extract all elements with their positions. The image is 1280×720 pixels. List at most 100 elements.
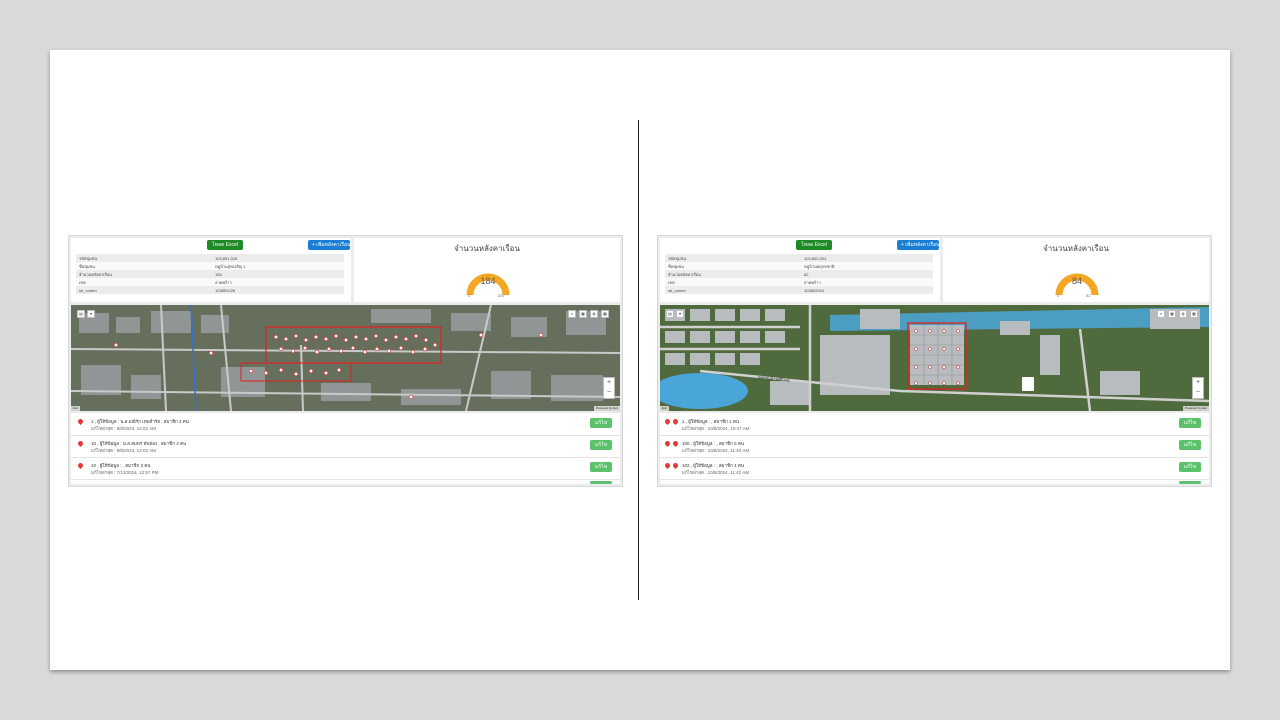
satellite-map[interactable]: ซอยหมู่บ้านสิริวงษ์ ▤ ▾ ⌕ ▦ ◍ ▦ + − Esri…: [660, 305, 1209, 411]
add-household-button[interactable]: + เพิ่มหลังคาเรือน: [897, 240, 939, 250]
location-pin-icon: [671, 417, 680, 426]
list-item-title: 1 , ผู้ให้ข้อมูล : น.ส.มณีรัก เทพจำรัส ,…: [91, 419, 189, 424]
powered-by-esri: Powered by Esri: [1183, 406, 1209, 411]
table-icon[interactable]: ▦: [1168, 310, 1176, 318]
info-value: 155: [212, 270, 344, 278]
list-item-title: 1 , ผู้ให้ข้อมูล : , สมาชิก 1 คน: [682, 419, 739, 424]
info-key: รหัสชุมชน: [665, 254, 801, 262]
household-count-card: จำนวนหลังคาเรือน 84 0 82: [943, 238, 1209, 302]
chevron-down-icon[interactable]: ▾: [676, 310, 684, 318]
zoom-out-icon[interactable]: −: [1193, 388, 1203, 398]
search-icon[interactable]: ⌕: [568, 310, 576, 318]
list-item: 1 , ผู้ให้ข้อมูล : , สมาชิก 1 คน แก้ไขล่…: [660, 413, 1209, 436]
info-row: เขต ลาดพร้าว: [76, 278, 344, 286]
info-value: ลาดพร้าว: [801, 278, 933, 286]
edit-button[interactable]: แก้ไข: [1179, 440, 1201, 450]
download-excel-button[interactable]: โหลด Excel: [207, 240, 243, 250]
location-pin-icon: [76, 461, 85, 470]
table-icon[interactable]: ▦: [579, 310, 587, 318]
map-imagery: [660, 305, 1209, 411]
info-key: จำนวนหลังคาเรือน: [665, 270, 801, 278]
info-key: ชื่อชุมชน: [76, 262, 212, 270]
list-item: 100 , ผู้ให้ข้อมูล : , สมาชิก 5 คน แก้ไข…: [660, 435, 1209, 458]
info-key: str_comm: [665, 286, 801, 294]
info-row: จำนวนหลังคาเรือน 155: [76, 270, 344, 278]
list-item-updated: แก้ไขล่าสุด : 7/12/2024, 12:57 PM: [91, 470, 159, 475]
list-item-title: 100 , ผู้ให้ข้อมูล : , สมาชิก 5 คน: [682, 441, 744, 446]
info-key: รหัสชุมชน: [76, 254, 212, 262]
list-item-updated: แก้ไขล่าสุด : 9/8/2023, 12:02 AM: [91, 426, 156, 431]
info-value: 103,851,026: [212, 254, 344, 262]
list-item-title: 10 , ผู้ให้ข้อมูล : น.ส.สมพร ทับทอง , สม…: [91, 441, 187, 446]
layers-icon[interactable]: ▤: [77, 310, 85, 318]
zoom-control[interactable]: + −: [1192, 377, 1204, 399]
info-row: ชื่อชุมชน หมู่บ้านพฤกษชาติ: [665, 262, 933, 270]
info-key: str_comm: [76, 286, 212, 294]
gauge-value: 184: [480, 276, 496, 286]
list-item: 10 , ผู้ให้ข้อมูล : , สมาชิก 3 คน แก้ไขล…: [71, 457, 620, 480]
community-info-table: รหัสชุมชน 103,802,004 ชื่อชุมชน หมู่บ้านพฤ…: [665, 254, 933, 294]
list-item-updated: แก้ไขล่าสุด : 9/8/2023, 12:02 AM: [91, 448, 156, 453]
info-key: ชื่อชุมชน: [665, 262, 801, 270]
list-item-title: 10 , ผู้ให้ข้อมูล : , สมาชิก 3 คน: [91, 463, 151, 468]
list-item: [71, 479, 620, 484]
edit-button[interactable]: แก้ไข: [590, 462, 612, 472]
zoom-in-icon[interactable]: +: [604, 378, 614, 388]
search-icon[interactable]: ⌕: [1157, 310, 1165, 318]
zoom-in-icon[interactable]: +: [1193, 378, 1203, 388]
edit-button[interactable]: แก้ไข: [1179, 462, 1201, 472]
list-item: 1 , ผู้ให้ข้อมูล : น.ส.มณีรัก เทพจำรัส ,…: [71, 413, 620, 436]
zoom-control[interactable]: + −: [603, 377, 615, 399]
gauge-value: 84: [1071, 276, 1082, 286]
grid-icon[interactable]: ▦: [601, 310, 609, 318]
location-pin-icon: [663, 439, 672, 448]
info-value: หมู่บ้านพฤกษชาติ: [801, 262, 933, 270]
info-key: จำนวนหลังคาเรือน: [76, 270, 212, 278]
location-pin-icon: [76, 439, 85, 448]
gauge-title: จำนวนหลังคาเรือน: [1043, 244, 1109, 253]
list-item: 102 , ผู้ให้ข้อมูล : , สมาชิก 4 คน แก้ไข…: [660, 457, 1209, 480]
household-list: 1 , ผู้ให้ข้อมูล : น.ส.มณีรัก เทพจำรัส ,…: [71, 413, 620, 484]
right-screenshot: โหลด Excel + เพิ่มหลังคาเรือน รหัสชุมชน 1…: [657, 235, 1212, 487]
info-value: 82: [801, 270, 933, 278]
zoom-out-icon[interactable]: −: [604, 388, 614, 398]
list-item-updated: แก้ไขล่าสุด : 10/8/2024, 11:40 AM: [682, 448, 750, 453]
globe-icon[interactable]: ◍: [590, 310, 598, 318]
grid-icon[interactable]: ▦: [1190, 310, 1198, 318]
gauge-max: 82: [1086, 293, 1091, 298]
edit-button[interactable]: [1179, 481, 1201, 484]
chevron-down-icon[interactable]: ▾: [87, 310, 95, 318]
household-list: 1 , ผู้ให้ข้อมูล : , สมาชิก 1 คน แก้ไขล่…: [660, 413, 1209, 484]
info-row: str_comm 103802004: [665, 286, 933, 294]
map-attribution: Esri: [660, 406, 670, 411]
edit-button[interactable]: แก้ไข: [590, 418, 612, 428]
info-key: เขต: [665, 278, 801, 286]
location-pin-icon: [76, 417, 85, 426]
location-pin-icon: [663, 417, 672, 426]
info-row: รหัสชุมชน 103,802,004: [665, 254, 933, 262]
satellite-map[interactable]: ▤ ▾ ⌕ ▦ ◍ ▦ + − Esri Powered by Esri: [71, 305, 620, 411]
location-pin-icon: [671, 439, 680, 448]
info-value: 103851026: [212, 286, 344, 294]
map-imagery: [71, 305, 620, 411]
edit-button[interactable]: แก้ไข: [590, 440, 612, 450]
left-screenshot: โหลด Excel + เพิ่มหลังคาเรือน รหัสชุมชน 1…: [68, 235, 623, 487]
gauge-title: จำนวนหลังคาเรือน: [454, 244, 520, 253]
household-count-card: จำนวนหลังคาเรือน 184 0 155: [354, 238, 620, 302]
gauge-min: 0: [468, 293, 471, 298]
divider-line: [638, 120, 639, 600]
add-household-button[interactable]: + เพิ่มหลังคาเรือน: [308, 240, 350, 250]
layers-icon[interactable]: ▤: [666, 310, 674, 318]
globe-icon[interactable]: ◍: [1179, 310, 1187, 318]
info-row: str_comm 103851026: [76, 286, 344, 294]
location-pin-icon: [671, 461, 680, 470]
info-row: ชื่อชุมชน หมู่บ้านสุขเจริญ 1: [76, 262, 344, 270]
gauge-min: 0: [1057, 293, 1060, 298]
info-value: 103,802,004: [801, 254, 933, 262]
info-key: เขต: [76, 278, 212, 286]
edit-button[interactable]: แก้ไข: [1179, 418, 1201, 428]
download-excel-button[interactable]: โหลด Excel: [796, 240, 832, 250]
edit-button[interactable]: [590, 481, 612, 484]
info-value: 103802004: [801, 286, 933, 294]
list-item-updated: แก้ไขล่าสุด : 10/8/2024, 10:47 AM: [682, 426, 750, 431]
